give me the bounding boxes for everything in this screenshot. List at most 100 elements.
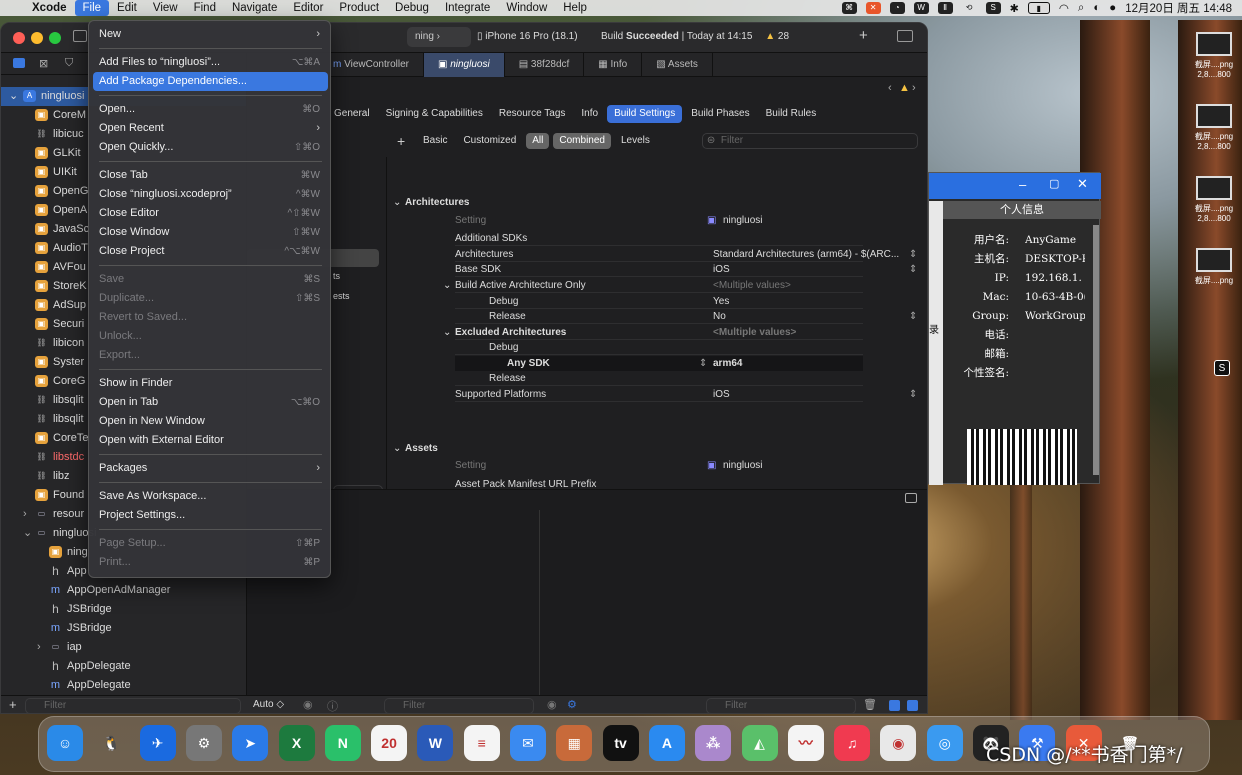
menu-item-add-files-to-ningluosi[interactable]: Add Files to “ningluosi”... ⌥⌘A <box>93 53 328 72</box>
tab-signing[interactable]: Signing & Capabilities <box>379 105 490 123</box>
status-monitor-icon[interactable]: ◔ <box>889 2 905 14</box>
popup-chevron-icon[interactable]: ⇕ <box>909 309 917 324</box>
menu-app-name[interactable]: Xcode <box>24 0 75 16</box>
scheme-selector[interactable]: ning › <box>407 27 471 47</box>
info-scrollbar[interactable] <box>1093 225 1099 475</box>
s-widget-icon[interactable]: S <box>1214 360 1230 376</box>
filter-combined[interactable]: Combined <box>553 133 611 149</box>
filter-customized[interactable]: Customized <box>457 133 522 149</box>
warning-icon[interactable]: ▲ <box>765 31 775 42</box>
dock-music-icon[interactable]: ♫ <box>834 725 871 761</box>
disclosure-icon[interactable]: ⌄ <box>393 441 401 456</box>
dock-launchpad-icon[interactable]: ⁂ <box>695 725 732 761</box>
target-icon[interactable]: ▣ <box>707 213 716 228</box>
tab-assets[interactable]: ▧ Assets <box>642 53 713 77</box>
desktop-file-icon[interactable]: 截屏....png 2,8....800 <box>1186 176 1242 223</box>
filter-basic[interactable]: Basic <box>417 133 453 149</box>
popup-chevron-icon[interactable]: ⇕ <box>909 247 917 262</box>
inspector-toggle-icon[interactable] <box>897 30 913 42</box>
add-file-icon[interactable]: + <box>9 697 17 712</box>
stepper-icon[interactable]: ⇕ <box>699 356 707 371</box>
sidebar-toggle-icon[interactable] <box>73 30 87 42</box>
warning-icon[interactable]: ▲ <box>899 82 910 94</box>
menu-item-open[interactable]: Open... ⌘O <box>93 100 328 119</box>
tab-resource-tags[interactable]: Resource Tags <box>492 105 573 123</box>
navigator-item[interactable]: m AppDelegate <box>1 676 246 695</box>
tab-general[interactable]: General <box>327 105 377 123</box>
apple-icon[interactable] <box>0 0 24 16</box>
dock-settings-icon[interactable]: ⚙ <box>185 725 222 761</box>
tab-build-settings[interactable]: Build Settings <box>607 105 683 123</box>
menu-item-save-as-workspace[interactable]: Save As Workspace... <box>93 487 328 506</box>
menu-integrate[interactable]: Integrate <box>437 0 498 16</box>
status-app-icon[interactable]: ⌘ <box>841 2 857 14</box>
zoom-window-button[interactable] <box>49 32 61 44</box>
right-pane-icon[interactable] <box>907 700 918 711</box>
debug-icon[interactable]: ⚙ <box>567 698 577 711</box>
desktop-file-icon[interactable]: 截屏....png <box>1186 248 1242 286</box>
status-rule-icon[interactable]: Ⅱ <box>937 2 953 14</box>
dock-mail-icon[interactable]: ✉ <box>510 725 546 761</box>
menu-navigate[interactable]: Navigate <box>224 0 285 16</box>
menu-item-close-project[interactable]: Close Project ^⌥⌘W <box>93 242 328 261</box>
menu-product[interactable]: Product <box>331 0 387 16</box>
menu-item-project-settings[interactable]: Project Settings... <box>93 506 328 525</box>
disclosure-icon[interactable]: ⌄ <box>443 325 451 340</box>
menu-item-save[interactable]: Save ⌘S <box>93 270 328 289</box>
eye-icon[interactable]: ◉ <box>303 698 313 711</box>
menu-item-revert-to-saved[interactable]: Revert to Saved... <box>93 308 328 327</box>
dock-calendar-icon[interactable]: 20 <box>371 725 408 761</box>
chevron-left-icon[interactable]: ‹ <box>888 82 892 94</box>
menu-find[interactable]: Find <box>186 0 224 16</box>
auto-selector[interactable]: Auto ◇ <box>253 699 284 710</box>
eye-icon[interactable]: ◉ <box>547 698 557 711</box>
dock-word-icon[interactable]: W <box>417 725 454 761</box>
tab-build-phases[interactable]: Build Phases <box>684 105 756 123</box>
navigator-item[interactable]: h JSBridge <box>1 600 246 619</box>
menu-file[interactable]: File <box>74 0 110 16</box>
menu-item-duplicate[interactable]: Duplicate... ⇧⌘S <box>93 289 328 308</box>
console-filter-input[interactable]: Filter <box>706 698 856 713</box>
desktop-file-icon[interactable]: 截屏....png 2,8....800 <box>1186 32 1242 79</box>
add-icon[interactable]: + <box>859 27 868 44</box>
menu-item-open-with-external-editor[interactable]: Open with External Editor <box>93 431 328 450</box>
menu-window[interactable]: Window <box>498 0 555 16</box>
navigator-item[interactable]: m JSBridge <box>1 619 246 638</box>
maximize-icon[interactable]: ▢ <box>1049 177 1059 190</box>
menu-item-print[interactable]: Print... ⌘P <box>93 553 328 572</box>
battery-icon[interactable]: ▮ <box>1027 2 1050 14</box>
dock-appstore-icon[interactable]: A <box>648 725 685 761</box>
siri-icon[interactable]: ● <box>1109 2 1116 14</box>
menu-item-open-recent[interactable]: Open Recent › <box>93 119 328 138</box>
navigator-item[interactable]: h AppDelegate <box>1 657 246 676</box>
dock-finder-icon[interactable]: ☺ <box>47 725 83 761</box>
tab-38f28dcf[interactable]: ▤ 38f28dcf <box>505 53 585 77</box>
bluetooth-icon[interactable]: ✱ <box>1010 2 1019 15</box>
minimize-window-button[interactable] <box>31 32 43 44</box>
dock-feishu-icon[interactable]: ✈ <box>139 725 176 761</box>
close-window-button[interactable] <box>13 32 25 44</box>
navigator-item[interactable]: › ▭ iap <box>1 638 246 657</box>
trash-icon[interactable]: 🗑 <box>863 698 877 711</box>
dock-lark-icon[interactable]: ➤ <box>232 725 269 761</box>
menu-item-open-quickly[interactable]: Open Quickly... ⇧⌘O <box>93 138 328 157</box>
status-s-icon[interactable]: S <box>985 2 1001 14</box>
tab-info[interactable]: Info <box>574 105 605 123</box>
menu-item-show-in-finder[interactable]: Show in Finder <box>93 374 328 393</box>
info-icon[interactable]: ⓘ <box>327 698 338 713</box>
menu-item-export[interactable]: Export... <box>93 346 328 365</box>
status-clock-icon[interactable]: ⟲ <box>962 2 977 14</box>
menubar-clock[interactable]: 12月20日 周五 14:48 <box>1125 0 1232 16</box>
search-icon[interactable]: ⌕ <box>1078 2 1084 15</box>
popup-chevron-icon[interactable]: ⇕ <box>909 262 917 277</box>
filter-all[interactable]: All <box>526 133 550 149</box>
status-w-icon[interactable]: W <box>913 2 929 14</box>
dock-maps-icon[interactable]: ◭ <box>741 725 778 761</box>
tab-info[interactable]: ▦ Info <box>584 53 643 77</box>
menu-item-page-setup[interactable]: Page Setup... ⇧⌘P <box>93 534 328 553</box>
desktop-file-icon[interactable]: 截屏....png 2,8....800 <box>1186 104 1242 151</box>
menu-edit[interactable]: Edit <box>109 0 145 16</box>
chevron-right-icon[interactable]: › <box>912 82 916 94</box>
menu-item-close-editor[interactable]: Close Editor ^⇧⌘W <box>93 204 328 223</box>
disclosure-icon[interactable]: ⌄ <box>9 87 18 106</box>
